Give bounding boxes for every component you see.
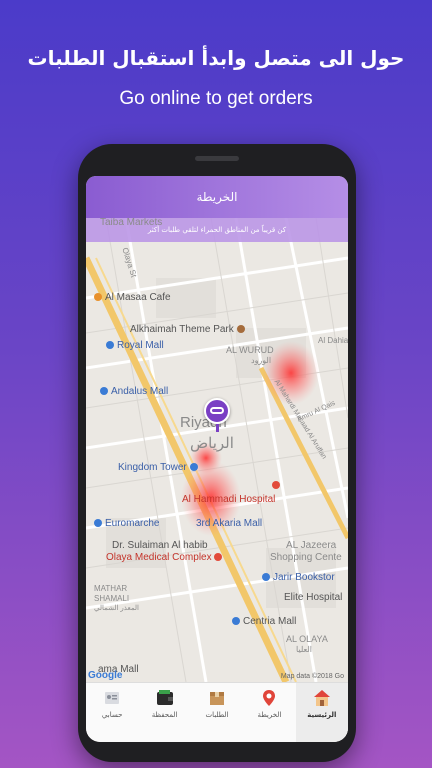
phone-screen: الخريطة كن قريباً من المناطق الحمراء لتل… — [86, 176, 348, 742]
google-logo: Google — [88, 670, 123, 681]
map-label-centria-mall[interactable]: Centria Mall — [232, 616, 296, 627]
car-icon — [210, 407, 224, 414]
map-label-royal-mall[interactable]: Royal Mall — [106, 340, 164, 351]
map-label-al-wurud: AL WURUD — [226, 345, 274, 355]
map-label-al-jazeera[interactable]: AL Jazeera — [286, 540, 336, 551]
tab-map-label: الخريطة — [257, 711, 282, 719]
map-label-andalus-mall[interactable]: Andalus Mall — [100, 386, 168, 397]
tab-wallet-label: المحفظة — [151, 711, 178, 719]
map-label-al-olaya: AL OLAYA — [286, 634, 328, 644]
tab-wallet[interactable]: المحفظة — [138, 683, 190, 742]
map-label-al-wurud-ar: الورود — [251, 356, 272, 365]
home-icon — [313, 690, 330, 706]
map-label-olaya-medical[interactable]: Olaya Medical Complex — [106, 552, 225, 563]
driver-location-pin[interactable] — [204, 398, 230, 432]
phone-speaker — [195, 156, 239, 161]
map-label-al-olaya-ar: العليا — [296, 645, 313, 654]
tab-home-label: الرئيسية — [307, 711, 337, 719]
promo-title-english: Go online to get orders — [119, 88, 313, 109]
map-label-mathar: MATHAR — [94, 584, 128, 593]
map-label-shamali: SHAMALI — [94, 594, 130, 603]
phone-frame: الخريطة كن قريباً من المناطق الحمراء لتل… — [78, 144, 356, 762]
map-label-elite-hospital[interactable]: Elite Hospital — [284, 592, 342, 603]
map-pin-icon — [263, 690, 276, 706]
app-bar: الخريطة — [86, 176, 348, 218]
map-label-hammadi-hospital[interactable]: Al Hammadi Hospital — [182, 494, 275, 505]
bottom-tab-bar: الرئيسية الخريطة الطلبات المحفظة حسابي — [86, 682, 348, 742]
map-label-euromarche[interactable]: Euromarche — [94, 518, 159, 529]
map-copyright: Map data ©2018 Go — [280, 673, 344, 680]
map-view[interactable]: كن قريباً من المناطق الحمراء لتلقي طلبات… — [86, 218, 348, 682]
map-label-al-dahia: Al Dahia — [318, 336, 348, 345]
wallet-icon — [156, 690, 173, 705]
map-label-shopping-center[interactable]: Shopping Cente — [270, 552, 342, 563]
app-title: الخريطة — [196, 190, 238, 204]
promo-title-arabic: حول الى متصل وابدأ استقبال الطلبات — [27, 46, 405, 70]
tab-orders[interactable]: الطلبات — [191, 683, 243, 742]
tab-orders-label: الطلبات — [205, 711, 229, 719]
map-label-hammadi-marker — [272, 480, 283, 491]
tab-account[interactable]: حسابي — [86, 683, 138, 742]
map-label-kingdom-tower[interactable]: Kingdom Tower — [118, 462, 201, 473]
map-label-riyadh-ar: الرياض — [190, 435, 234, 452]
map-label-mathar-ar: المعذر الشمالي — [94, 605, 139, 612]
tab-map[interactable]: الخريطة — [243, 683, 295, 742]
box-icon — [209, 692, 224, 705]
account-icon — [105, 692, 120, 704]
map-label-taiba: Taiba Markets — [100, 218, 163, 228]
map-label-sulaiman[interactable]: Dr. Sulaiman Al habib — [112, 540, 208, 551]
tab-account-label: حسابي — [101, 711, 123, 719]
map-label-alkhaimah[interactable]: Alkhaimah Theme Park — [130, 324, 248, 335]
map-label-akaria-mall[interactable]: 3rd Akaria Mall — [196, 518, 262, 529]
map-label-al-masaa-cafe[interactable]: Al Masaa Cafe — [94, 292, 171, 303]
map-label-jarir[interactable]: Jarir Bookstor — [262, 572, 335, 583]
tab-home[interactable]: الرئيسية — [295, 683, 348, 742]
